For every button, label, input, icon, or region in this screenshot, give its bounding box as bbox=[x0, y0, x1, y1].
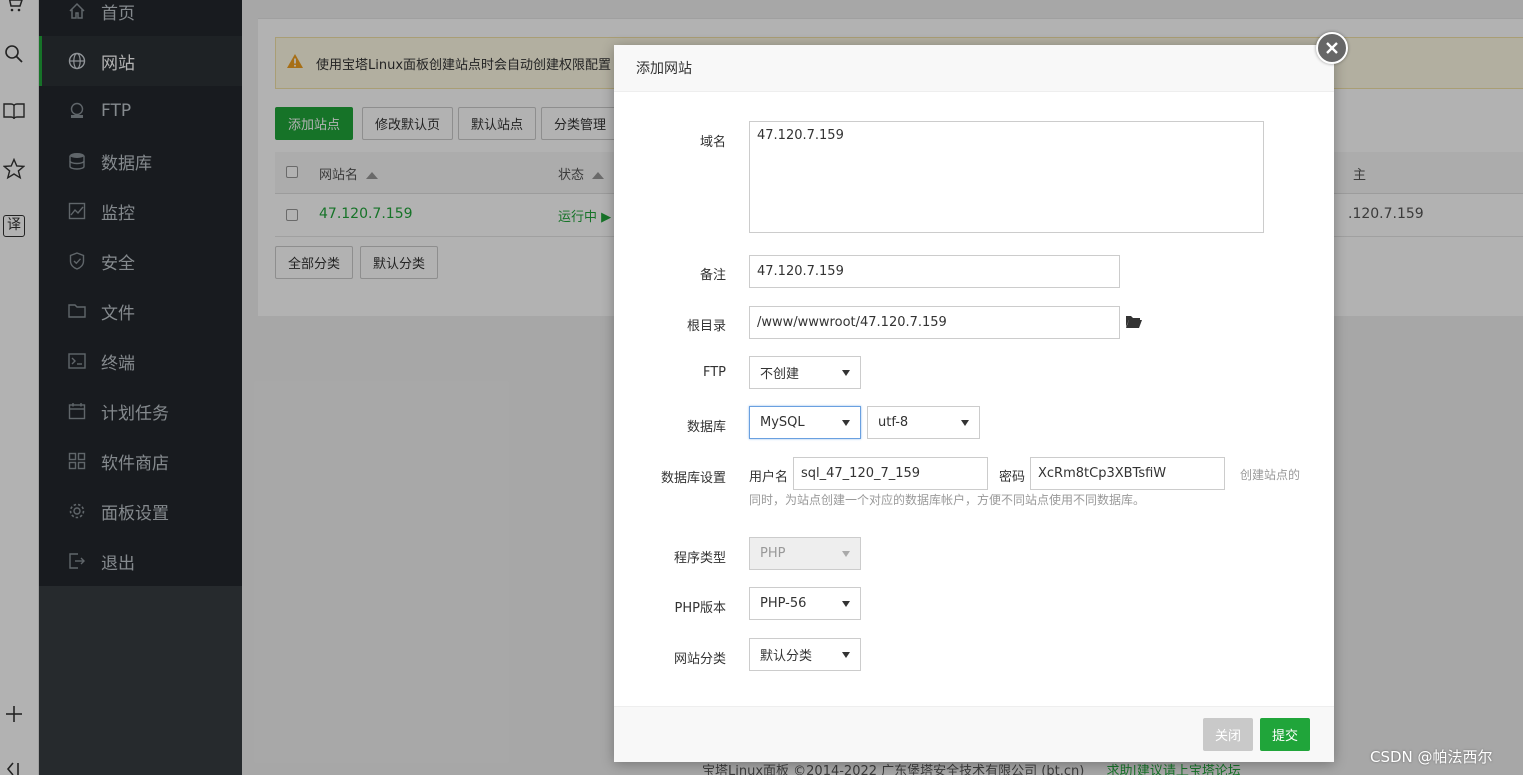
program-type-select: PHP bbox=[749, 537, 861, 570]
dialog-title: 添加网站 bbox=[636, 61, 692, 77]
charset-select[interactable]: utf-8 bbox=[867, 406, 980, 439]
submit-button[interactable]: 提交 bbox=[1260, 718, 1311, 751]
add-site-dialog: 添加网站 域名 47.120.7.159 备注 47.120.7.159 根目录… bbox=[614, 45, 1334, 762]
root-dir-label: 根目录 bbox=[686, 319, 726, 334]
domain-textarea[interactable]: 47.120.7.159 bbox=[749, 121, 1264, 233]
dialog-close-icon[interactable] bbox=[1316, 32, 1348, 64]
root-dir-input[interactable]: /www/wwwroot/47.120.7.159 bbox=[749, 306, 1120, 339]
charset-select-value: utf-8 bbox=[878, 415, 909, 430]
php-version-label: PHP版本 bbox=[674, 601, 726, 616]
caret-down-icon bbox=[842, 550, 850, 557]
remark-label: 备注 bbox=[699, 268, 726, 283]
db-hint-2: 同时，为站点创建一个对应的数据库帐户，方便不同站点使用不同数据库。 bbox=[749, 493, 1146, 507]
db-hint-1: 创建站点的 bbox=[1240, 468, 1301, 482]
caret-down-icon bbox=[842, 419, 850, 426]
db-password-label: 密码 bbox=[999, 470, 1026, 485]
db-username-input[interactable]: sql_47_120_7_159 bbox=[793, 457, 988, 490]
caret-down-icon bbox=[842, 600, 850, 607]
db-password-input[interactable]: XcRm8tCp3XBTsfiW bbox=[1030, 457, 1225, 490]
site-category-select[interactable]: 默认分类 bbox=[749, 638, 861, 671]
folder-open-icon[interactable] bbox=[1125, 314, 1143, 333]
database-select-value: MySQL bbox=[760, 415, 805, 430]
php-version-select[interactable]: PHP-56 bbox=[749, 587, 861, 620]
program-type-value: PHP bbox=[760, 546, 786, 561]
caret-down-icon bbox=[961, 419, 969, 426]
ftp-label: FTP bbox=[702, 365, 726, 380]
ftp-select[interactable]: 不创建 bbox=[749, 356, 861, 389]
caret-down-icon bbox=[842, 369, 850, 376]
db-settings-label: 数据库设置 bbox=[660, 471, 726, 486]
database-select[interactable]: MySQL bbox=[749, 406, 861, 439]
ftp-select-value: 不创建 bbox=[760, 367, 800, 382]
dialog-header: 添加网站 bbox=[614, 45, 1334, 92]
watermark: CSDN @帕法西尔 bbox=[1370, 748, 1493, 766]
dialog-footer: 关闭 提交 bbox=[614, 706, 1334, 762]
site-category-value: 默认分类 bbox=[760, 649, 813, 664]
program-type-label: 程序类型 bbox=[673, 551, 726, 566]
database-label: 数据库 bbox=[686, 420, 726, 435]
site-category-label: 网站分类 bbox=[673, 652, 726, 667]
remark-input[interactable]: 47.120.7.159 bbox=[749, 255, 1120, 288]
caret-down-icon bbox=[842, 651, 850, 658]
close-button[interactable]: 关闭 bbox=[1203, 718, 1254, 751]
domain-label: 域名 bbox=[699, 135, 726, 150]
db-username-label: 用户名 bbox=[749, 470, 789, 485]
php-version-value: PHP-56 bbox=[760, 596, 807, 611]
